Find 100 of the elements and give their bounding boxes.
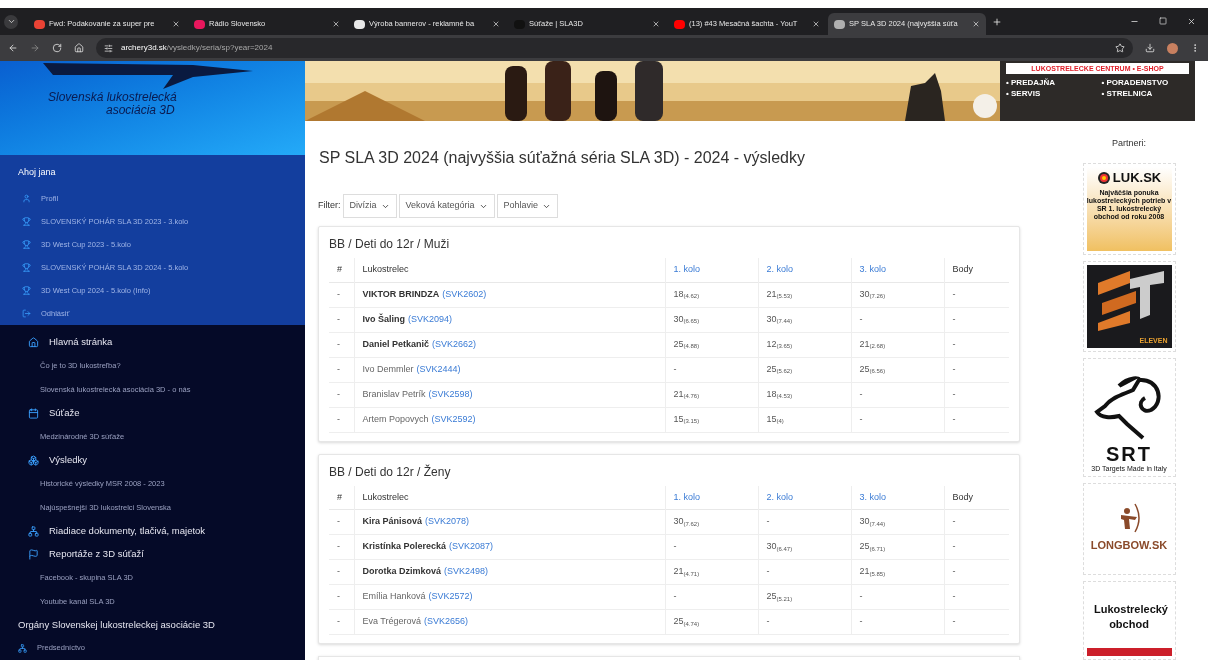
ad-item: • PREDAJŇA [1006,77,1057,88]
score-text: 21$_{(5.53)}$ [766,288,793,299]
rank-text: - [337,566,340,577]
score-text: 30$_{(7.44)}$ [859,516,886,527]
score-text: 30$_{(6.65)}$ [673,313,700,324]
rank-text: - [337,338,340,349]
rank-text: - [337,413,340,424]
close-icon[interactable] [332,20,340,28]
archer-name: Artem Popovych [362,413,429,424]
archer-id-link[interactable]: (SVK2078) [425,516,470,527]
score-text: - [859,388,863,399]
flag-icon [28,549,39,560]
nav-item[interactable]: Reportáže z 3D súťaží [0,543,305,566]
nav-item[interactable]: Hlavná stránka [0,331,305,354]
archer-name: Eva Trégerová [362,616,422,627]
tab-favicon-icon [34,19,45,29]
nav-item[interactable]: Súťaže [0,402,305,425]
filter-label: Filter: [318,199,341,213]
filter-select[interactable]: Pohlavie [496,194,559,218]
partner-banner[interactable]: Lukostrelecký obchod [1082,581,1176,660]
archer-id-link[interactable]: (SVK2602) [442,288,487,299]
archer-id-link[interactable]: (SVK2444) [416,363,461,374]
avatar-icon[interactable] [1167,42,1178,54]
forward-icon[interactable] [30,43,40,53]
tab-list-icon[interactable] [6,17,16,26]
score-text: 21$_{(5.85)}$ [859,566,886,577]
reload-icon[interactable] [52,43,62,53]
score-text: 25$_{(5.21)}$ [766,591,793,602]
filter-select[interactable]: Veková kategória [398,194,495,218]
back-icon[interactable] [8,43,18,53]
restore-icon[interactable] [1159,17,1167,25]
column-header[interactable]: 1. kolo [665,485,758,510]
target-icon [1096,170,1111,185]
partner-name: LONGBOW.SK [1090,538,1168,554]
close-icon[interactable] [812,20,820,28]
score-text: 25$_{(5.62)}$ [766,363,793,374]
archer-id-link[interactable]: (SVK2498) [444,566,489,577]
score-text: - [766,516,770,527]
score-text: - [859,616,863,627]
partner-name: LUK.SK [1112,171,1162,184]
logo-text: Slovenská lukostrelecká [48,91,177,104]
score-text: - [673,541,677,552]
column-header[interactable]: 2. kolo [758,258,851,282]
score-text: 21$_{(2.68)}$ [859,338,886,349]
archer-id-link[interactable]: (SVK2656) [424,616,469,627]
column-header[interactable]: 3. kolo [851,485,944,510]
archer-id-link[interactable]: (SVK2592) [431,413,476,424]
column-header[interactable]: 2. kolo [758,485,851,510]
close-icon[interactable] [652,20,660,28]
column-header: # [329,258,354,282]
score-text: - [673,363,677,374]
rank-text: - [337,616,340,627]
partners-title: Partneri: [1112,137,1146,150]
card-title: BB / Deti do 12r / Ženy [329,463,452,481]
points-text: - [952,566,956,577]
archer-name: Kristínka Polerecká [362,541,447,552]
archer-id-link[interactable]: (SVK2598) [428,388,473,399]
rank-text: - [337,313,340,324]
close-window-icon[interactable] [1187,17,1196,26]
archer-name: Daniel Petkanič [362,338,430,349]
address-bar[interactable]: archery3d.sk/vysledky/seria/sp?year=2024 [96,38,1133,58]
close-icon[interactable] [972,20,980,28]
new-tab-icon[interactable] [992,16,1002,27]
home-icon[interactable] [74,43,84,53]
score-text: 18$_{(4.62)}$ [673,288,700,299]
tab-favicon-icon [354,19,365,29]
column-header: Lukostrelec [354,258,665,282]
trophy-icon [22,217,31,227]
column-header[interactable]: 3. kolo [851,258,944,282]
score-text: 30$_{(7.26)}$ [859,288,886,299]
archer-id-link[interactable]: (SVK2662) [432,338,477,349]
archer-name: Ivo Demmler [362,363,414,374]
home-icon [28,337,39,348]
points-text: - [952,388,956,399]
archer-id-link[interactable]: (SVK2087) [449,541,494,552]
nav-section-title[interactable]: Orgány Slovenskej lukostreleckej asociácie 3D [0,614,305,637]
score-text: 15$_{(4)}$ [766,413,784,424]
bookmark-icon[interactable] [1115,43,1125,53]
archer-id-link[interactable]: (SVK2094) [408,313,453,324]
points-text: - [952,541,956,552]
score-text: - [766,616,770,627]
ad-item: • PORADENSTVO [1101,77,1170,88]
sitemap-icon [18,643,27,653]
download-icon[interactable] [1145,43,1155,53]
archer-id-link[interactable]: (SVK2572) [428,591,473,602]
score-text: 30$_{(7.44)}$ [766,313,793,324]
column-header[interactable]: 1. kolo [665,258,758,282]
filter-select[interactable]: Divízia [342,194,397,218]
nav-item[interactable]: Riadiace dokumenty, tlačivá, majetok [0,520,305,543]
rank-text: - [337,516,340,527]
close-icon[interactable] [172,20,180,28]
close-icon[interactable] [492,20,500,28]
archer-name: Branislav Petrík [362,388,426,399]
page-title: SP SLA 3D 2024 (najvyššia súťažná séria SLA 3D) - 2024 - výsledky [319,148,806,168]
archer-name: Kira Pánisová [362,516,423,527]
score-text: - [673,591,677,602]
rank-text: - [337,288,340,299]
partner-banner[interactable]: LONGBOW.SK [1082,482,1176,575]
cubes-icon [28,455,39,466]
nav-item[interactable]: Výsledky [0,449,305,472]
